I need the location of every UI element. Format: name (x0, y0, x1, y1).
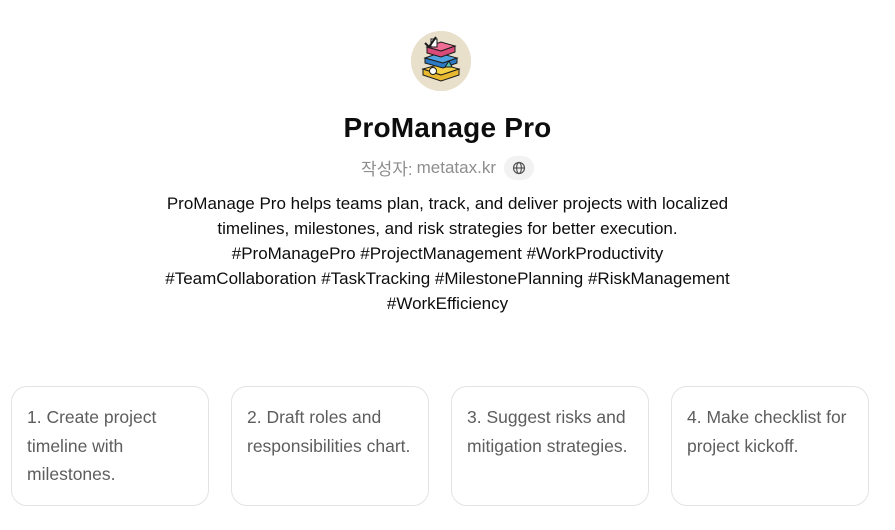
author-name: metatax.kr (416, 157, 496, 177)
conversation-starter[interactable]: 3. Suggest risks and mitigation strategi… (451, 386, 649, 506)
gpt-name: ProManage Pro (343, 112, 552, 143)
gpt-avatar (411, 31, 471, 91)
globe-icon[interactable] (504, 155, 534, 180)
conversation-starter[interactable]: 2. Draft roles and responsibilities char… (231, 386, 429, 506)
author-prefix: 작성자: (360, 160, 413, 179)
gpt-description: ProManage Pro helps teams plan, track, a… (165, 194, 730, 313)
conversation-starter[interactable]: 1. Create project timeline with mileston… (11, 386, 209, 506)
project-blocks-logo (411, 31, 471, 91)
conversation-starter[interactable]: 4. Make checklist for project kickoff. (671, 386, 869, 506)
author-row: 작성자: metatax.kr (0, 155, 895, 180)
